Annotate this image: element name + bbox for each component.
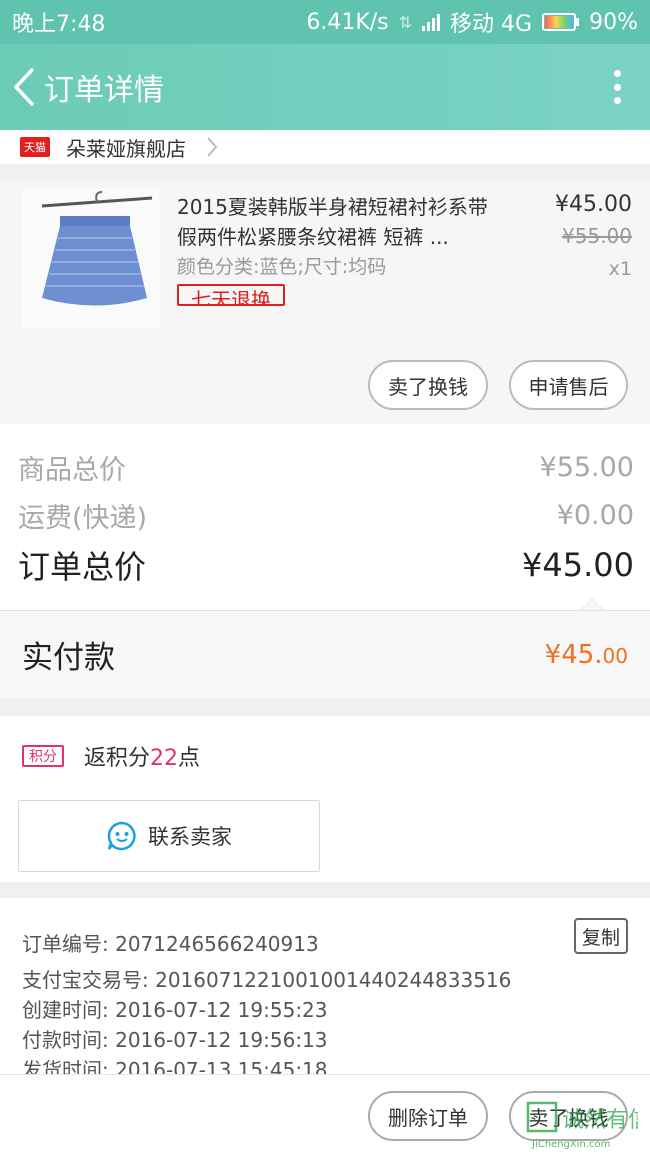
shop-header[interactable]: 天猫 朵莱娅旗舰店 [0, 130, 650, 164]
chevron-left-icon [14, 68, 34, 106]
watermark-text: 诚然有信 [562, 1108, 638, 1133]
shop-name: 朵莱娅旗舰店 [66, 136, 186, 161]
shipping-label: 运费(快递) [18, 503, 148, 534]
shipping-value: ¥0.00 [556, 500, 634, 531]
paid-label: 实付款 [22, 640, 115, 676]
order-total-label: 订单总价 [18, 548, 147, 586]
nav-bar: 订单详情 [0, 44, 650, 130]
battery-percent: 90% [589, 9, 638, 35]
contact-seller-button[interactable]: 联系卖家 [18, 800, 320, 872]
item-price: ¥45.00 [555, 192, 632, 217]
price-summary: 商品总价 ¥55.00 运费(快递) ¥0.00 订单总价 ¥45.00 [0, 424, 650, 610]
item-quantity: x1 [608, 258, 632, 280]
dot-icon [614, 70, 621, 77]
product-spec: 颜色分类:蓝色;尺寸:均码 [177, 256, 387, 278]
network-speed: 6.41K/s [306, 9, 389, 35]
dot-icon [614, 97, 621, 104]
status-right: 6.41K/s ⇅ 移动 4G 90% [306, 6, 638, 38]
order-info: 订单编号: 2071246566240913 复制 支付宝交易号: 201607… [0, 898, 650, 1074]
after-sales-button[interactable]: 申请售后 [509, 360, 628, 410]
seven-day-return-badge: 七天退换 [177, 284, 285, 306]
contact-seller-label: 联系卖家 [148, 825, 232, 849]
goods-total-value: ¥55.00 [539, 452, 634, 483]
watermark-logo: 诚然有信 JiChengXin.com [526, 1101, 638, 1150]
points-badge: 积分 [22, 745, 64, 767]
status-bar: 晚上7:48 6.41K/s ⇅ 移动 4G 90% [0, 0, 650, 44]
paid-time: 付款时间: 2016-07-12 19:56:13 [22, 1028, 328, 1052]
points-suffix: 点 [178, 746, 201, 771]
goods-total-label: 商品总价 [18, 455, 126, 486]
order-item[interactable]: 2015夏装韩版半身裙短裙衬衫系带假两件松紧腰条纹裙裤 短裤 ... 颜色分类:… [0, 180, 650, 424]
sell-button[interactable]: 卖了换钱 [368, 360, 488, 410]
order-total-row: 订单总价 ¥45.00 [18, 542, 634, 588]
chevron-right-icon [207, 137, 218, 157]
paid-main: ¥45. [544, 639, 603, 670]
more-menu-button[interactable] [614, 70, 622, 104]
alipay-number: 支付宝交易号: 2016071221001001440244833516 [22, 968, 512, 992]
copy-button[interactable]: 复制 [574, 918, 628, 954]
signal-icon [422, 13, 441, 31]
points-text: 返积分22点 [84, 740, 200, 772]
page-title: 订单详情 [44, 73, 164, 108]
carrier-label: 移动 4G [450, 12, 533, 37]
paid-cents: 00 [602, 643, 628, 668]
shipped-time: 发货时间: 2016-07-13 15:45:18 [22, 1058, 328, 1074]
shipping-row: 运费(快递) ¥0.00 [18, 496, 634, 535]
paid-value: ¥45.00 [545, 640, 628, 670]
product-title: 2015夏装韩版半身裙短裙衬衫系带假两件松紧腰条纹裙裤 短裤 ... [177, 195, 488, 249]
item-original-price: ¥55.00 [562, 224, 632, 248]
order-number: 订单编号: 2071246566240913 [22, 932, 319, 956]
paid-amount-row: 实付款 ¥45.00 [0, 610, 650, 698]
tmall-logo: 天猫 [20, 137, 50, 157]
chat-bubble-icon [107, 821, 136, 851]
battery-icon [542, 13, 580, 31]
delete-order-button[interactable]: 删除订单 [368, 1091, 488, 1141]
created-time: 创建时间: 2016-07-12 19:55:23 [22, 998, 328, 1022]
points-number: 22 [150, 746, 179, 771]
points-section: 积分 返积分22点 联系卖家 [0, 716, 650, 882]
product-image [22, 188, 159, 328]
back-button[interactable] [4, 44, 44, 130]
goods-total-row: 商品总价 ¥55.00 [18, 448, 634, 487]
order-total-value: ¥45.00 [522, 546, 634, 584]
bottom-action-bar: 删除订单 卖了换钱 诚然有信 JiChengXin.com [0, 1074, 650, 1155]
caret-pointer [580, 598, 604, 610]
status-time: 晚上7:48 [12, 12, 106, 37]
watermark-url: JiChengXin.com [531, 1139, 610, 1150]
data-arrows-icon: ⇅ [398, 12, 413, 32]
points-prefix: 返积分 [84, 746, 151, 771]
points-row: 积分 返积分22点 [22, 740, 200, 772]
dot-icon [614, 83, 621, 91]
